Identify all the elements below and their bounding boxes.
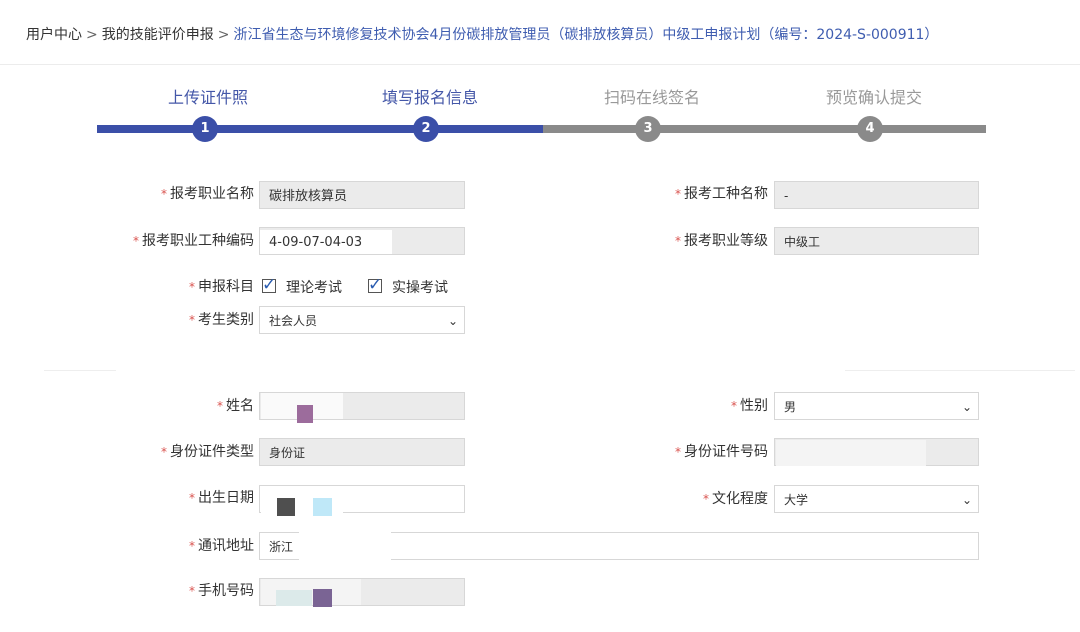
redaction-mask bbox=[313, 589, 332, 607]
candidate-type-label: * 考生类别 bbox=[189, 312, 254, 328]
step-2-label: 填写报名信息 bbox=[381, 88, 478, 107]
job-type-name-label: * 报考工种名称 bbox=[675, 186, 768, 202]
name-label: * 姓名 bbox=[217, 398, 254, 414]
occupation-name-label: * 报考职业名称 bbox=[161, 186, 254, 202]
practical-exam-label: 实操考试 bbox=[392, 280, 448, 296]
step-progress: 上传证件照 填写报名信息 扫码在线签名 预览确认提交 1 2 3 4 bbox=[0, 0, 1080, 160]
candidate-type-select[interactable]: 社会人员 ⌄ bbox=[259, 306, 465, 334]
redaction-mask bbox=[276, 590, 312, 606]
occupation-name-field: 碳排放核算员 bbox=[259, 181, 465, 209]
checkbox-checked-icon: ✓ bbox=[262, 275, 277, 295]
occupation-code-field: 4-09-07-04-03 bbox=[259, 227, 465, 255]
redaction-mask bbox=[776, 440, 926, 466]
education-label: * 文化程度 bbox=[703, 491, 768, 507]
id-type-label: * 身份证件类型 bbox=[161, 444, 254, 460]
job-type-name-field: - bbox=[774, 181, 979, 209]
theory-exam-checkbox[interactable]: ✓ bbox=[262, 275, 276, 295]
step-4-label: 预览确认提交 bbox=[825, 88, 922, 107]
redaction-mask bbox=[277, 498, 295, 516]
step-3-indicator: 3 bbox=[635, 116, 661, 142]
redaction-mask bbox=[313, 498, 332, 516]
occupation-level-label: * 报考职业等级 bbox=[675, 233, 768, 249]
redaction-mask bbox=[299, 532, 391, 560]
checkbox-checked-icon: ✓ bbox=[368, 275, 383, 295]
step-1-indicator: 1 bbox=[192, 116, 218, 142]
practical-exam-checkbox[interactable]: ✓ bbox=[368, 275, 382, 295]
gender-select[interactable]: 男 ⌄ bbox=[774, 392, 979, 420]
theory-exam-label: 理论考试 bbox=[286, 280, 342, 296]
occupation-code-label: * 报考职业工种编码 bbox=[133, 233, 254, 249]
phone-label: * 手机号码 bbox=[189, 583, 254, 599]
chevron-down-icon: ⌄ bbox=[447, 314, 458, 328]
id-type-field: 身份证 bbox=[259, 438, 465, 466]
birth-date-label: * 出生日期 bbox=[189, 490, 254, 506]
gender-label: * 性别 bbox=[731, 398, 768, 414]
step-2-indicator: 2 bbox=[413, 116, 439, 142]
redaction-mask bbox=[297, 405, 313, 423]
subjects-label: * 申报科目 bbox=[189, 279, 254, 295]
step-track-todo bbox=[543, 125, 986, 133]
id-number-label: * 身份证件号码 bbox=[675, 444, 768, 460]
step-1-label: 上传证件照 bbox=[167, 88, 248, 107]
education-select[interactable]: 大学 ⌄ bbox=[774, 485, 979, 513]
chevron-down-icon: ⌄ bbox=[961, 493, 972, 507]
section-divider-left bbox=[44, 370, 116, 371]
address-label: * 通讯地址 bbox=[189, 538, 254, 554]
section-divider-right bbox=[845, 370, 1075, 371]
step-4-indicator: 4 bbox=[857, 116, 883, 142]
occupation-level-field: 中级工 bbox=[774, 227, 979, 255]
step-3-label: 扫码在线签名 bbox=[603, 88, 700, 107]
step-track-done bbox=[97, 125, 543, 133]
chevron-down-icon: ⌄ bbox=[961, 400, 972, 414]
